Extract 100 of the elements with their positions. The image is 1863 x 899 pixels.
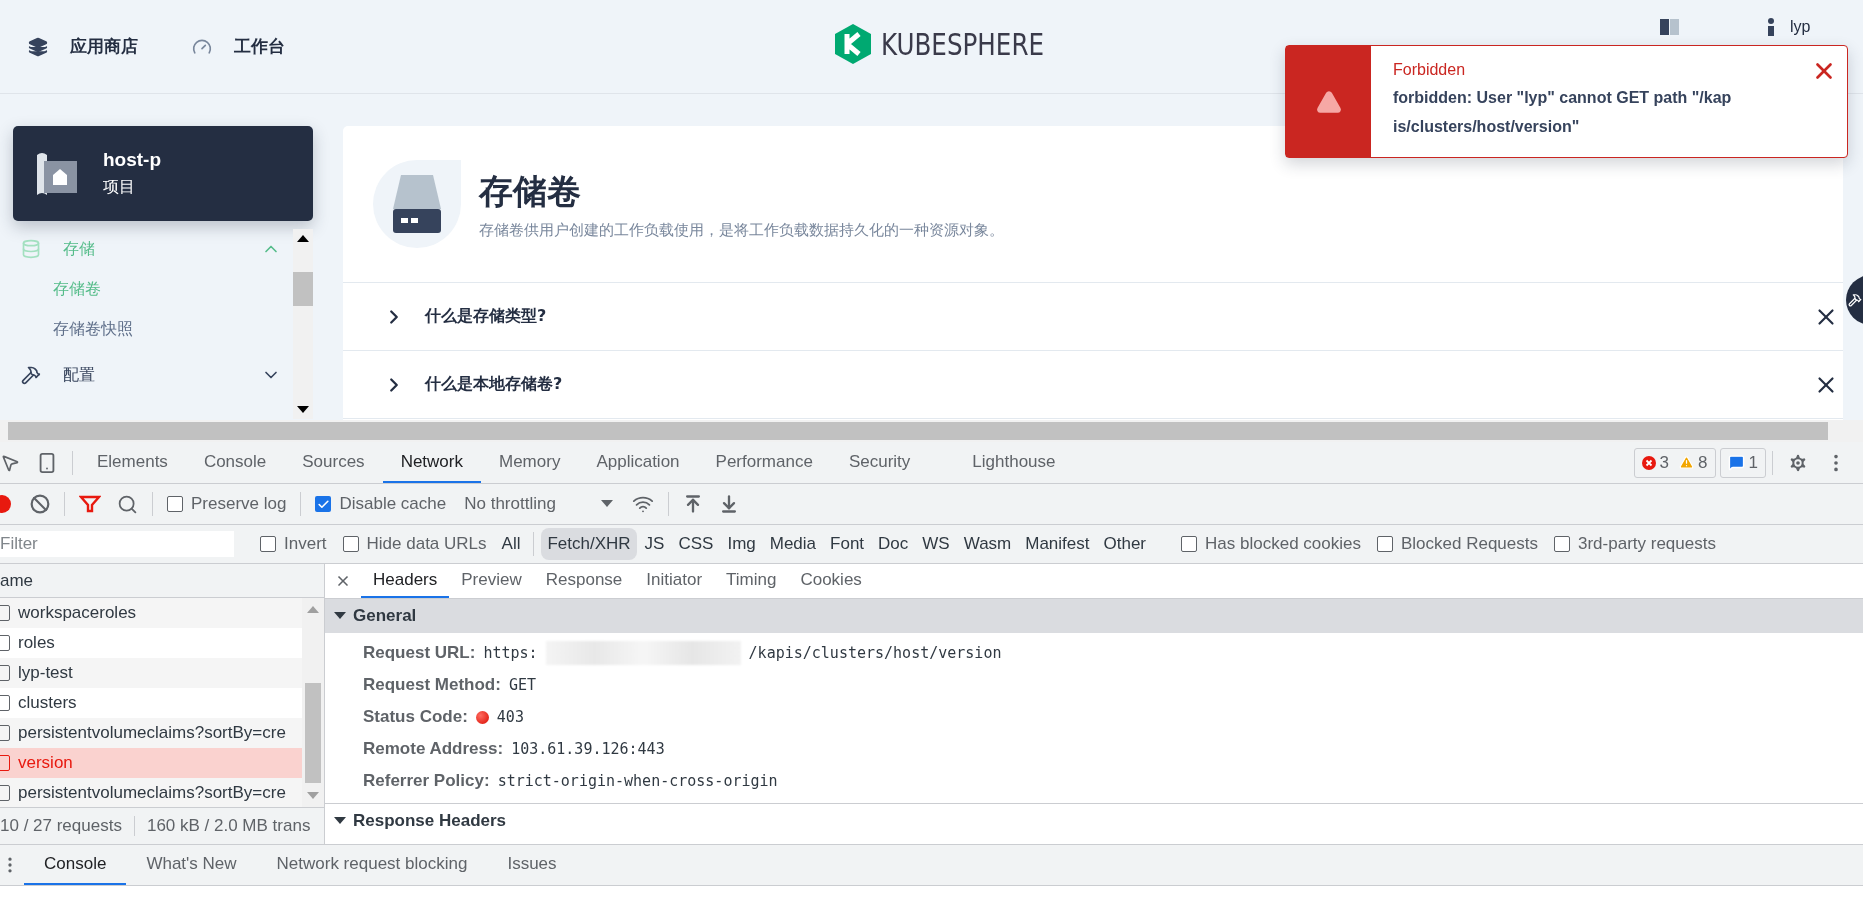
field-label: Remote Address: <box>363 739 504 759</box>
page-title: 存储卷 <box>479 169 582 213</box>
devtools-tab[interactable]: Lighthouse <box>954 442 1074 483</box>
user-icon[interactable] <box>1766 18 1776 36</box>
type-filter[interactable]: Img <box>721 528 762 560</box>
column-header[interactable]: ame <box>0 564 324 598</box>
logo-text: KUBESPHERE <box>881 26 1045 62</box>
warning-icon <box>1315 88 1342 115</box>
drawer-tab[interactable]: Console <box>24 845 127 885</box>
devtools-tab[interactable]: Console <box>185 442 285 483</box>
type-filter[interactable]: Manifest <box>1019 528 1096 560</box>
error-icon <box>1641 455 1656 470</box>
field-value: GET <box>508 676 536 694</box>
type-filter[interactable]: JS <box>638 528 671 560</box>
toast-message: forbidden: User "lyp" cannot GET path "/kapis/clusters/host/version" <box>1393 88 1733 137</box>
summary-text: 160 kB / 2.0 MB trans <box>146 816 312 836</box>
request-row[interactable]: workspaceroles <box>0 598 302 628</box>
devtools-tab[interactable]: Elements <box>79 442 186 483</box>
checkbox[interactable]: Blocked Requests <box>1376 534 1538 554</box>
project-name: host-p <box>103 149 162 171</box>
type-filter[interactable]: Other <box>1097 528 1153 560</box>
type-filter[interactable]: Media <box>763 528 823 560</box>
request-row[interactable]: persistentvolumeclaims?sortBy=cre <box>0 718 302 748</box>
menu-group[interactable]: 配置 <box>13 355 293 395</box>
message-count: 1 <box>1748 452 1758 473</box>
message-icon <box>1727 454 1745 471</box>
type-filter[interactable]: Doc <box>872 528 915 560</box>
caret-icon <box>296 405 310 415</box>
checkbox[interactable]: Invert <box>260 534 327 554</box>
error-count: 3 <box>1659 452 1670 473</box>
scrollbar[interactable] <box>0 420 1863 442</box>
field-label: Request Method: <box>363 675 501 695</box>
checkbox[interactable]: Preserve log <box>167 494 287 514</box>
hammer-icon <box>21 365 41 385</box>
field-value: 103.61.39.126:443 <box>511 740 665 758</box>
drawer-tab[interactable]: What's New <box>126 845 257 885</box>
field-value: strict-origin-when-cross-origin <box>497 772 778 790</box>
caret-icon <box>333 611 347 621</box>
page-description: 存储卷供用户创建的工作负载使用，是将工作负载数据持久化的一种资源对象。 <box>479 220 1004 240</box>
toast-title: Forbidden <box>1393 61 1467 79</box>
faq-row[interactable]: 什么是存储类型? <box>343 283 1843 351</box>
type-filter[interactable]: Wasm <box>957 528 1018 560</box>
devtools-tab[interactable]: Performance <box>697 442 831 483</box>
request-row[interactable]: lyp-test <box>0 658 302 688</box>
record-icon[interactable] <box>0 494 12 514</box>
nav-link[interactable]: 工作台 <box>192 35 285 58</box>
type-filter[interactable]: WS <box>916 528 956 560</box>
layers-icon <box>28 36 48 57</box>
type-filter[interactable]: CSS <box>672 528 720 560</box>
devtools-tab[interactable]: Security <box>830 442 929 483</box>
field-value: 403 <box>496 708 524 726</box>
caret-icon <box>599 499 614 509</box>
scrollbar-thumb[interactable] <box>305 682 321 783</box>
field-value: https: <box>483 644 538 662</box>
checkbox[interactable]: Has blocked cookies <box>1181 534 1361 554</box>
project-icon <box>35 150 79 197</box>
filter-field[interactable]: Filter <box>0 531 234 557</box>
detail-tab[interactable]: Initiator <box>634 564 715 598</box>
scrollbar-thumb[interactable] <box>8 422 1828 440</box>
checkbox[interactable]: Hide data URLs <box>342 534 487 554</box>
faq-row[interactable]: 什么是本地存储卷? <box>343 351 1843 419</box>
storage-icon <box>393 175 441 233</box>
section-header[interactable]: General <box>325 599 1863 633</box>
detail-tab[interactable]: Cookies <box>788 564 874 598</box>
detail-tab[interactable]: Response <box>533 564 635 598</box>
nav-link[interactable]: 应用商店 <box>28 35 138 58</box>
menu-item[interactable]: 存储卷快照 <box>13 309 293 349</box>
scrollbar[interactable] <box>302 598 324 807</box>
field-label: Status Code: <box>363 707 468 727</box>
drawer-tab[interactable]: Network request blocking <box>256 845 488 885</box>
throttling-select[interactable]: No throttling <box>454 494 624 514</box>
hammer-icon <box>1848 293 1862 307</box>
scrollbar[interactable] <box>293 229 313 419</box>
field-value: /kapis/clusters/host/version <box>748 644 1002 662</box>
issues-counter[interactable]: 3 8 <box>1633 447 1716 478</box>
user-name[interactable]: lyp <box>1790 18 1811 36</box>
caret-icon <box>306 791 320 801</box>
project-card[interactable]: host-p 项目 <box>13 126 313 221</box>
caret-icon <box>296 233 310 243</box>
messages-counter[interactable]: 1 <box>1719 447 1766 478</box>
warning-count: 8 <box>1698 452 1708 473</box>
check-icon <box>316 497 330 511</box>
summary-text: 10 / 27 requests <box>0 816 135 836</box>
type-filter[interactable]: Fetch/XHR <box>541 528 637 560</box>
scrollbar-thumb[interactable] <box>293 272 313 306</box>
devtools-tab[interactable]: Sources <box>284 442 383 483</box>
devtools-tab[interactable]: Memory <box>481 442 579 483</box>
checkbox[interactable]: Disable cache <box>315 494 447 514</box>
warning-icon <box>1679 455 1695 470</box>
docs-icon[interactable] <box>1660 19 1680 35</box>
status-dot-icon <box>475 710 489 724</box>
devtools-tab[interactable]: Application <box>578 442 698 483</box>
field-label: Referrer Policy: <box>363 771 490 791</box>
drawer-tab[interactable]: Issues <box>487 845 577 885</box>
type-filter[interactable]: All <box>495 528 527 560</box>
request-row[interactable]: persistentvolumeclaims?sortBy=cre <box>0 778 302 807</box>
detail-tab[interactable]: Timing <box>714 564 789 598</box>
detail-tab[interactable]: Preview <box>449 564 534 598</box>
checkbox[interactable]: 3rd-party requests <box>1554 534 1716 554</box>
type-filter[interactable]: Font <box>824 528 871 560</box>
